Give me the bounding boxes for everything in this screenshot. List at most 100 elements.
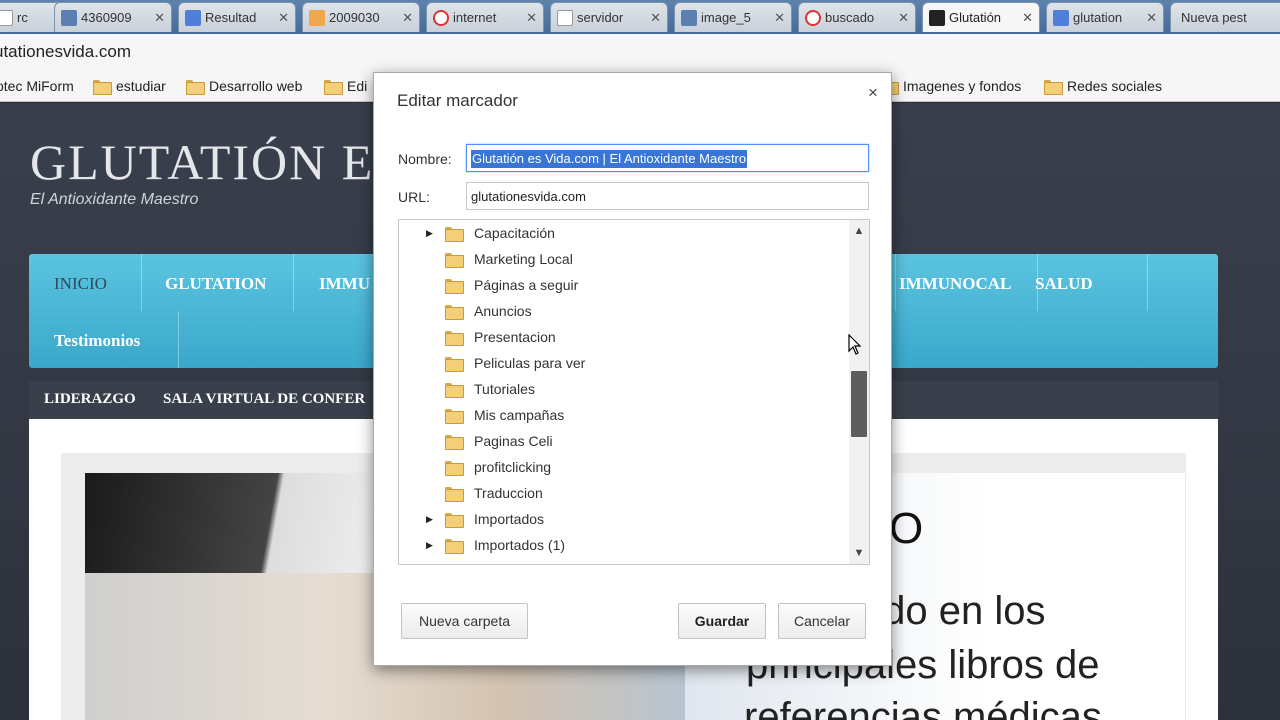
folder-tree-item[interactable]: Paginas Celi [399, 428, 839, 454]
bookmark-label: Desarrollo web [209, 78, 303, 94]
browser-tab[interactable]: internet ✕ [426, 2, 544, 32]
browser-tab[interactable]: Nueva pest [1170, 2, 1280, 32]
scroll-up-icon[interactable]: ▲ [849, 222, 869, 240]
image-icon [61, 9, 77, 26]
red-circle-icon [433, 9, 449, 26]
tab-title: 2009030 [329, 10, 380, 25]
folder-tree-item[interactable]: ▶ Capacitación [399, 220, 839, 246]
bookmark-item[interactable]: otec MiForm [0, 78, 74, 94]
tab-title: buscado [825, 10, 875, 25]
nav-glutation[interactable]: GLUTATION [165, 274, 266, 294]
expand-arrow-icon[interactable]: ▶ [426, 540, 436, 551]
expand-arrow-icon[interactable]: ▶ [426, 514, 436, 525]
tab-title: glutation [1073, 10, 1123, 25]
name-label: Nombre: [398, 151, 452, 167]
image-icon [681, 9, 697, 26]
tab-close-icon[interactable]: ✕ [526, 10, 537, 26]
folder-icon [445, 460, 464, 476]
address-bar[interactable]: utationesvida.com [0, 34, 1280, 72]
folder-icon [445, 356, 464, 372]
edit-bookmark-dialog: Editar marcador × Nombre: Glutatión es V… [373, 72, 892, 666]
browser-tab[interactable]: 2009030 ✕ [302, 2, 420, 32]
tab-title: Nueva pest [1181, 10, 1247, 25]
folder-tree-item[interactable]: Peliculas para ver [399, 350, 839, 376]
folder-tree-item[interactable]: ▶ Importados (1) [399, 532, 839, 558]
folder-icon [445, 382, 464, 398]
folder-tree-item[interactable]: Páginas a seguir [399, 272, 839, 298]
scroll-down-icon[interactable]: ▼ [849, 544, 869, 562]
page-icon [0, 9, 13, 26]
folder-tree-item[interactable]: Mis campañas [399, 402, 839, 428]
folder-tree-item[interactable]: Tutoriales [399, 376, 839, 402]
folder-icon [445, 512, 464, 528]
tab-close-icon[interactable]: ✕ [774, 10, 785, 26]
tab-close-icon[interactable]: ✕ [154, 10, 165, 26]
tab-strip: rc✕4360909✕Resultad✕2009030✕internet✕ser… [0, 0, 1280, 34]
bookmark-folder[interactable]: Edi [324, 78, 367, 95]
tab-title: Resultad [205, 10, 257, 25]
bookmark-url-input[interactable] [466, 182, 869, 210]
folder-tree-item[interactable]: Presentacion [399, 324, 839, 350]
browser-tab[interactable]: servidor ✕ [550, 2, 668, 32]
tab-close-icon[interactable]: ✕ [898, 10, 909, 26]
bookmark-label: Imagenes y fondos [903, 78, 1022, 94]
google-icon [185, 9, 201, 26]
expand-arrow-icon[interactable]: ▶ [426, 228, 436, 239]
hero-text-line: referencias médicas [744, 695, 1102, 720]
bookmark-folder[interactable]: Desarrollo web [186, 78, 303, 95]
nav-divider [1147, 254, 1148, 311]
tab-close-icon[interactable]: ✕ [1022, 10, 1033, 26]
folder-label: Páginas a seguir [474, 277, 579, 293]
bookmark-name-input[interactable] [466, 144, 869, 172]
bookmark-folder[interactable]: Imagenes y fondos [880, 78, 1022, 95]
folder-tree[interactable]: ▶ Capacitación Marketing Local Páginas a se… [398, 219, 870, 565]
nav-immunocal[interactable]: IMMUNOCAL [899, 274, 1011, 294]
folder-icon [445, 434, 464, 450]
new-folder-button[interactable]: Nueva carpeta [401, 603, 528, 639]
folder-label: profitclicking [474, 459, 552, 475]
browser-tab[interactable]: Glutatión ✕ [922, 2, 1040, 32]
bookmark-folder[interactable]: estudiar [93, 78, 166, 95]
mouse-cursor-icon [848, 334, 862, 355]
folder-tree-item[interactable]: profitclicking [399, 454, 839, 480]
close-icon[interactable]: × [863, 83, 883, 103]
folder-icon [445, 408, 464, 424]
subnav-liderazgo[interactable]: LIDERAZGO [44, 391, 136, 408]
site-tagline: El Antioxidante Maestro [30, 191, 199, 208]
folder-icon [445, 330, 464, 346]
save-button[interactable]: Guardar [678, 603, 766, 639]
tab-title: servidor [577, 10, 624, 25]
url-text[interactable]: utationesvida.com [0, 42, 131, 62]
folder-icon [445, 538, 464, 554]
nav-inicio[interactable]: INICIO [54, 274, 107, 294]
tab-close-icon[interactable]: ✕ [278, 10, 289, 26]
browser-tab[interactable]: image_5 ✕ [674, 2, 792, 32]
folder-label: Peliculas para ver [474, 355, 586, 371]
browser-tab[interactable]: 4360909 ✕ [54, 2, 172, 32]
dialog-title: Editar marcador [397, 91, 518, 110]
bookmark-folder[interactable]: Redes sociales [1044, 78, 1162, 95]
browser-tab[interactable]: Resultad ✕ [178, 2, 296, 32]
tab-close-icon[interactable]: ✕ [650, 10, 661, 26]
folder-label: Capacitación [474, 225, 555, 241]
scrollbar-thumb[interactable] [851, 370, 867, 437]
cancel-button[interactable]: Cancelar [778, 603, 866, 639]
nav-immu[interactable]: IMMU [319, 274, 370, 294]
folder-tree-item[interactable]: Anuncios [399, 298, 839, 324]
nav-salud[interactable]: SALUD [1035, 274, 1093, 294]
tab-close-icon[interactable]: ✕ [1146, 10, 1157, 26]
browser-tab[interactable]: buscado ✕ [798, 2, 916, 32]
folder-tree-scrollbar[interactable]: ▲ ▼ [849, 220, 869, 564]
folder-tree-item[interactable]: Marketing Local [399, 246, 839, 272]
site-title[interactable]: GLUTATIÓN E [30, 133, 374, 191]
browser-tab[interactable]: glutation ✕ [1046, 2, 1164, 32]
hero-heading: O [889, 504, 924, 553]
folder-tree-item[interactable]: ▶ Importados [399, 506, 839, 532]
nav-divider [178, 311, 179, 368]
nav-testimonios[interactable]: Testimonios [54, 331, 140, 351]
g-site-icon [929, 9, 945, 26]
tab-close-icon[interactable]: ✕ [402, 10, 413, 26]
folder-tree-item[interactable]: Traduccion [399, 480, 839, 506]
nav-divider [141, 254, 142, 311]
subnav-sala-virtual[interactable]: SALA VIRTUAL DE CONFER [163, 391, 365, 408]
